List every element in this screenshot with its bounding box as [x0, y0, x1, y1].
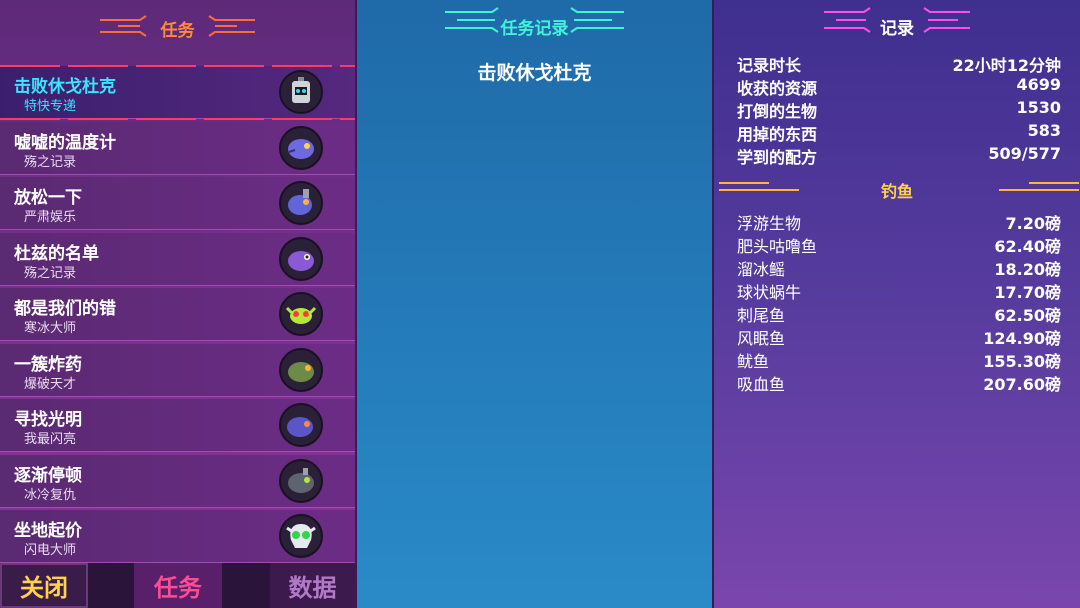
fish-name: 溜冰鳐	[737, 260, 786, 279]
quest-category: 闪电大师	[24, 543, 77, 558]
fish-name: 肥头咕噜鱼	[737, 237, 818, 256]
quest-category: 寒冰大师	[24, 321, 77, 336]
stat-label: 学到的配方	[737, 148, 818, 167]
stat-row: 用掉的东西 583	[737, 121, 1061, 144]
green-crab-icon	[279, 292, 323, 336]
armored-fish-icon	[279, 458, 323, 503]
tab-data[interactable]: 数据	[270, 563, 355, 608]
quest-category: 冰冷复仇	[24, 487, 77, 503]
bottom-tab-bar: 关闭 任务 数据	[0, 563, 355, 608]
fish-record-row: 浮游生物 7.20磅	[737, 210, 1061, 233]
fish-record-row: 肥头咕噜鱼 62.40磅	[737, 233, 1061, 256]
green-fish-icon	[279, 347, 323, 392]
quest-panel: 任务 击败休戈杜克 特快专递 嘘嘘的温度计 殇之记录 放松一下 严肃娱乐 杜兹的…	[0, 0, 355, 608]
stat-value: 509/577	[988, 144, 1061, 163]
quest-name: 都是我们的错	[14, 299, 116, 319]
fish-name: 吸血鱼	[737, 375, 786, 394]
quest-panel-header: 任务	[0, 8, 355, 44]
records-title: 记录	[880, 19, 914, 39]
quest-category: 严肃娱乐	[24, 210, 77, 225]
fishing-section-title: 钓鱼	[880, 182, 913, 201]
fish-name: 浮游生物	[737, 214, 802, 233]
quest-item[interactable]: 坐地起价 闪电大师	[0, 510, 355, 563]
drill-fish-icon	[279, 181, 323, 225]
robot-icon	[279, 70, 323, 114]
fish-weight: 17.70磅	[994, 283, 1061, 302]
quest-item[interactable]: 放松一下 严肃娱乐	[0, 177, 355, 230]
quest-item[interactable]: 击败休戈杜克 特快专递	[0, 65, 355, 120]
close-button[interactable]: 关闭	[0, 563, 88, 608]
skull-icon	[279, 514, 323, 558]
fish-weight: 7.20磅	[1005, 214, 1061, 233]
blue-fish-icon	[279, 403, 323, 447]
selection-line	[0, 118, 355, 120]
quest-name: 杜兹的名单	[14, 243, 99, 264]
fish-record-row: 风眠鱼 124.90磅	[737, 325, 1061, 348]
fish-record-row: 刺尾鱼 62.50磅	[737, 302, 1061, 325]
purple-blob-icon	[279, 236, 323, 281]
stat-value: 583	[1027, 121, 1061, 140]
selected-quest-name: 击败休戈杜克	[477, 62, 592, 84]
quest-category: 爆破天才	[24, 376, 77, 392]
stat-label: 记录时长	[737, 56, 802, 75]
quest-log-panel: 任务记录 击败休戈杜克	[357, 0, 712, 608]
quest-name: 一簇炸药	[14, 354, 82, 375]
quest-item[interactable]: 寻找光明 我最闪亮	[0, 399, 355, 452]
quest-name: 坐地起价	[14, 521, 82, 541]
quest-category: 我最闪亮	[24, 432, 77, 447]
quest-item[interactable]: 一簇炸药 爆破天才	[0, 343, 355, 397]
selection-line	[0, 65, 355, 67]
quest-item[interactable]: 嘘嘘的温度计 殇之记录	[0, 121, 355, 175]
quest-list: 击败休戈杜克 特快专递 嘘嘘的温度计 殇之记录 放松一下 严肃娱乐 杜兹的名单 …	[0, 65, 355, 566]
quest-name: 放松一下	[14, 188, 82, 208]
quest-name: 逐渐停顿	[14, 465, 82, 486]
stat-label: 打倒的生物	[737, 102, 818, 121]
fish-weight: 62.50磅	[994, 306, 1061, 325]
stat-row: 记录时长 22小时12分钟	[737, 52, 1061, 75]
stat-label: 收获的资源	[737, 79, 818, 98]
purple-fish-icon	[279, 125, 323, 170]
fish-weight: 62.40磅	[994, 237, 1061, 256]
fish-name: 鱿鱼	[737, 352, 770, 371]
quest-category: 殇之记录	[24, 154, 77, 170]
stat-row: 收获的资源 4699	[737, 75, 1061, 98]
records-panel: 记录 记录时长 22小时12分钟 收获的资源 4699 打倒的生物 1530 用…	[714, 0, 1080, 608]
fish-name: 刺尾鱼	[737, 306, 786, 325]
quest-name: 寻找光明	[14, 410, 82, 430]
fish-weight: 155.30磅	[983, 352, 1061, 371]
quest-panel-title: 任务	[160, 21, 195, 41]
quest-item[interactable]: 杜兹的名单 殇之记录	[0, 232, 355, 286]
fish-weight: 18.20磅	[994, 260, 1061, 279]
stat-value: 22小时12分钟	[952, 56, 1061, 75]
fish-record-row: 鱿鱼 155.30磅	[737, 348, 1061, 371]
fish-record-row: 球状蜗牛 17.70磅	[737, 279, 1061, 302]
fish-name: 球状蜗牛	[737, 283, 802, 302]
quest-name: 嘘嘘的温度计	[14, 132, 116, 153]
fish-weight: 207.60磅	[983, 375, 1061, 394]
tab-quests[interactable]: 任务	[134, 563, 222, 608]
quest-item[interactable]: 都是我们的错 寒冰大师	[0, 288, 355, 341]
fish-record-row: 溜冰鳐 18.20磅	[737, 256, 1061, 279]
quest-category: 殇之记录	[24, 265, 77, 281]
fish-weight: 124.90磅	[983, 329, 1061, 348]
fish-record-row: 吸血鱼 207.60磅	[737, 371, 1061, 394]
stat-label: 用掉的东西	[737, 125, 818, 144]
stat-value: 4699	[1016, 75, 1061, 94]
stat-row: 打倒的生物 1530	[737, 98, 1061, 121]
stat-value: 1530	[1016, 98, 1061, 117]
quest-log-title: 任务记录	[500, 19, 569, 39]
stat-row: 学到的配方 509/577	[737, 144, 1061, 167]
quest-category: 特快专递	[24, 99, 77, 114]
quest-name: 击败休戈杜克	[14, 77, 116, 97]
quest-item[interactable]: 逐渐停顿 冰冷复仇	[0, 454, 355, 508]
fish-name: 风眠鱼	[737, 329, 786, 348]
